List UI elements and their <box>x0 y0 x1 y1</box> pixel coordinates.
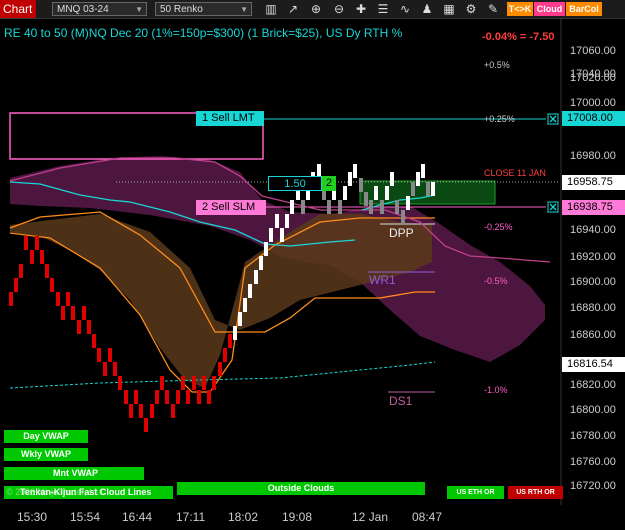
y-axis-tick: 16760.00 <box>570 456 616 468</box>
x-axis-tick: 15:30 <box>17 510 48 524</box>
y-axis-tick: 16860.00 <box>570 329 616 341</box>
dpp-label: DPP <box>389 226 414 240</box>
y-axis-tick: 16720.00 <box>570 480 616 492</box>
y-axis-tick: 16800.00 <box>570 404 616 416</box>
wr1-label: WR1 <box>369 273 396 287</box>
x-axis-tick: 17:11 <box>176 510 206 524</box>
y-axis-tick: 16920.00 <box>570 251 616 263</box>
level-plus-05: +0.5% <box>484 60 510 70</box>
chart-title: RE 40 to 50 (M)NQ Dec 20 (1%=150p=$300) … <box>4 26 403 40</box>
daily-change: -0.04% = -7.50 <box>482 31 555 43</box>
cloud-lower <box>10 214 432 388</box>
ds1-label: DS1 <box>389 394 413 408</box>
close-level-label: CLOSE 11 JAN <box>484 168 546 178</box>
us-eth-or-label[interactable]: US ETH OR <box>447 486 504 499</box>
y-axis-tick: 17020.00 <box>570 72 616 84</box>
x-axis-tick: 18:02 <box>228 510 259 524</box>
y-axis-tick: 16820.00 <box>570 379 616 391</box>
monthly-vwap-label[interactable]: Mnt VWAP <box>4 467 144 480</box>
day-vwap-label[interactable]: Day VWAP <box>4 430 88 443</box>
level-minus-05: -0.5% <box>484 276 508 286</box>
sell-slm-price-box: 16938.75 <box>562 200 625 215</box>
x-axis-tick: 12 Jan <box>352 510 389 524</box>
copyright-text: © 2023 NinjaTrader, LLC <box>6 487 106 497</box>
y-axis-tick: 16900.00 <box>570 276 616 288</box>
position-price-tag[interactable]: 1.50 <box>268 176 322 191</box>
level-plus-025: +0.25% <box>484 114 515 124</box>
y-axis-tick: 16880.00 <box>570 302 616 314</box>
x-axis-tick: 16:44 <box>122 510 153 524</box>
chart-canvas[interactable] <box>0 0 625 530</box>
sell-lmt-order-tag[interactable]: 1 Sell LMT <box>196 111 264 126</box>
x-axis-tick: 19:08 <box>282 510 313 524</box>
outside-clouds-label[interactable]: Outside Clouds <box>177 482 425 495</box>
y-axis-tick: 17060.00 <box>570 45 616 57</box>
weekly-vwap-label[interactable]: Wkly VWAP <box>4 448 88 461</box>
sell-lmt-price-box: 17008.00 <box>562 111 625 126</box>
level-minus-10: -1.0% <box>484 385 508 395</box>
monthly-vwap-line <box>9 361 436 389</box>
y-axis-tick: 16940.00 <box>570 224 616 236</box>
sell-slm-order-tag[interactable]: 2 Sell SLM <box>196 200 266 215</box>
us-rth-or-label[interactable]: US RTH OR <box>508 486 563 499</box>
last-price-box: 16958.75 <box>562 175 625 190</box>
y-axis-tick: 17000.00 <box>570 97 616 109</box>
marker-price-box: 16816.54 <box>562 357 625 372</box>
y-axis-tick: 16780.00 <box>570 430 616 442</box>
y-axis-tick: 16980.00 <box>570 150 616 162</box>
level-minus-025: -0.25% <box>484 222 513 232</box>
x-axis-tick: 15:54 <box>70 510 101 524</box>
x-axis-tick: 08:47 <box>412 510 443 524</box>
position-qty-tag[interactable]: 2 <box>322 176 336 191</box>
